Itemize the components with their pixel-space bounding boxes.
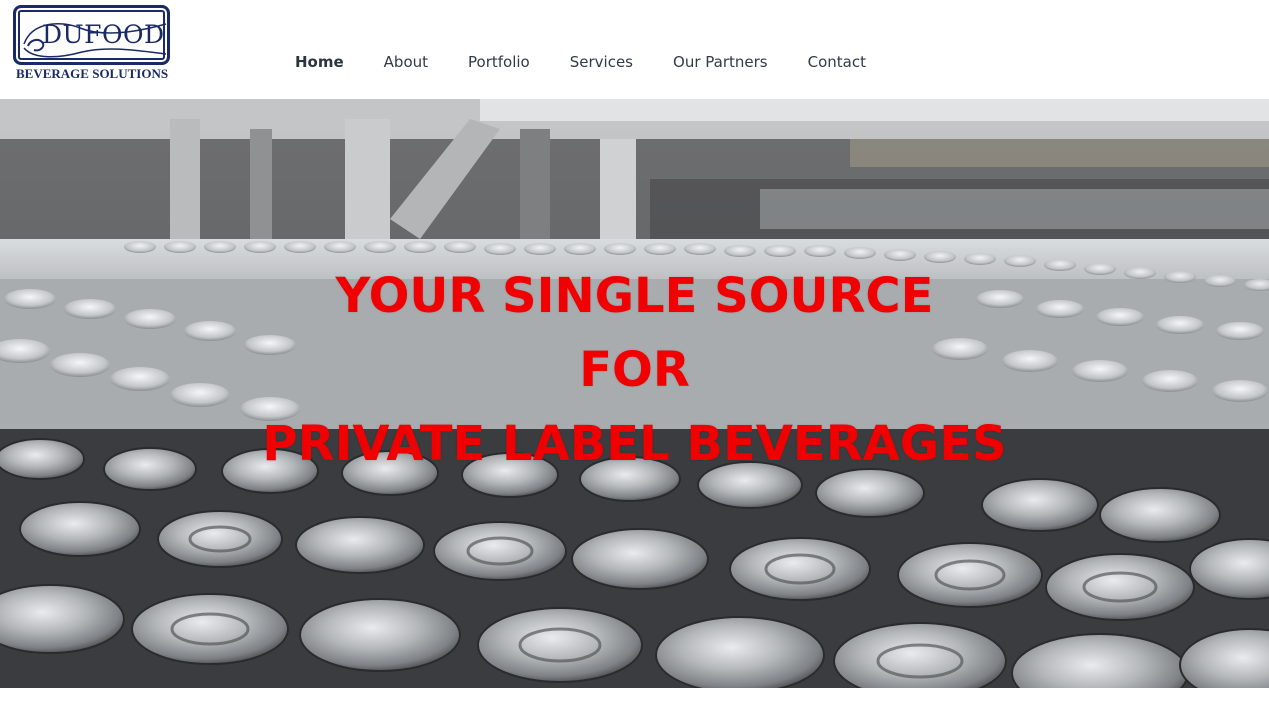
nav-services[interactable]: Services	[570, 51, 633, 73]
logo-subtitle: BEVERAGE SOLUTIONS	[16, 66, 169, 81]
logo-wordmark: DUFOOD	[42, 20, 165, 49]
page-below-hero	[0, 688, 1269, 725]
nav-portfolio[interactable]: Portfolio	[468, 51, 530, 73]
hero-headline: YOUR SINGLE SOURCE FOR PRIVATE LABEL BEV…	[0, 259, 1269, 481]
hero-banner: YOUR SINGLE SOURCE FOR PRIVATE LABEL BEV…	[0, 99, 1269, 688]
logo-badge: DUFOOD	[13, 5, 170, 65]
nav-our-partners[interactable]: Our Partners	[673, 51, 768, 73]
nav-contact[interactable]: Contact	[808, 51, 866, 73]
main-nav: Home About Portfolio Services Our Partne…	[295, 50, 866, 74]
nav-home[interactable]: Home	[295, 51, 344, 73]
headline-line-1: YOUR SINGLE SOURCE	[335, 268, 934, 324]
site-header: DUFOOD BEVERAGE SOLUTIONS Home About Por…	[0, 0, 1269, 99]
headline-line-3: PRIVATE LABEL BEVERAGES	[262, 416, 1007, 472]
dufood-logo[interactable]: DUFOOD BEVERAGE SOLUTIONS	[13, 5, 171, 83]
nav-about[interactable]: About	[384, 51, 428, 73]
headline-line-2: FOR	[579, 342, 690, 398]
